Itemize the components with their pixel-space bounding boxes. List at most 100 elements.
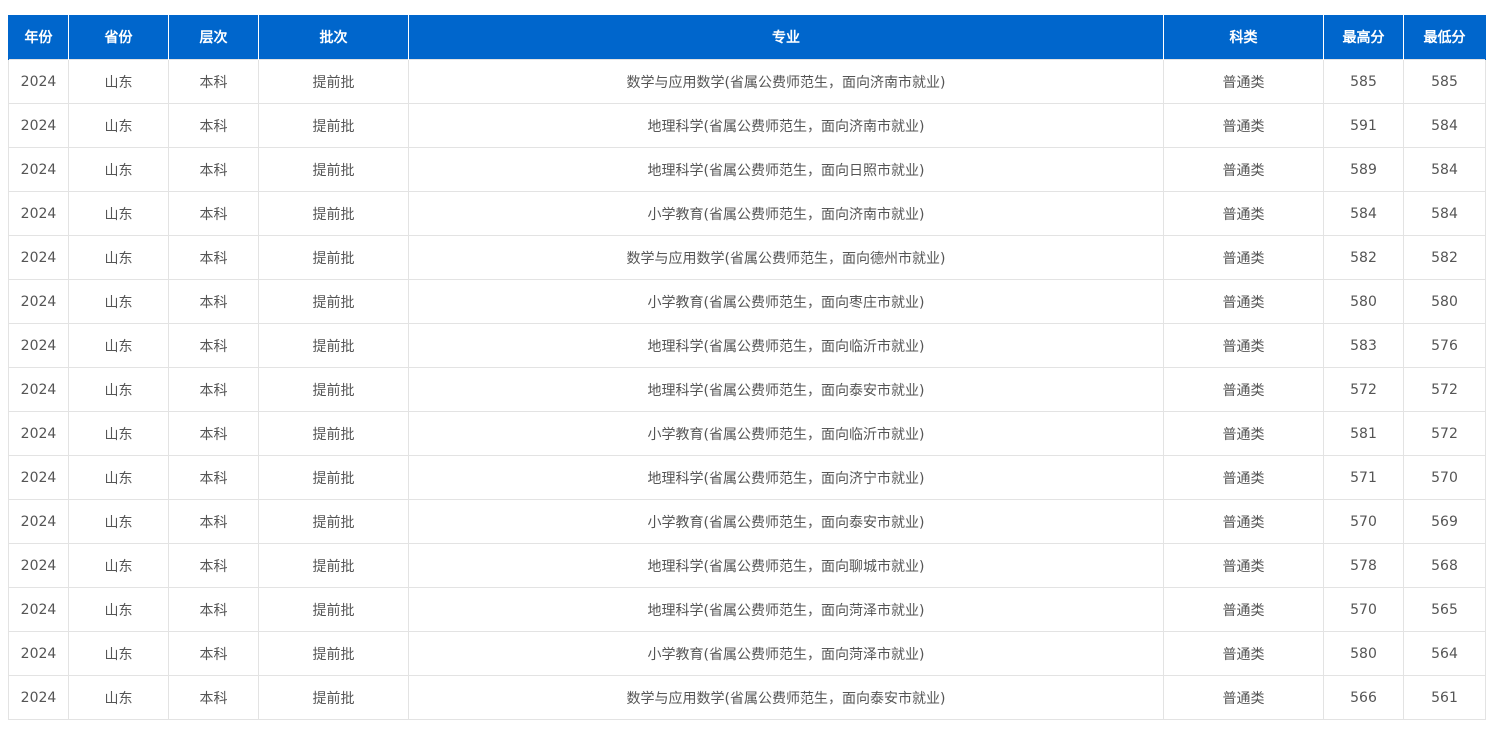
cell-min-score: 584 bbox=[1403, 147, 1486, 192]
cell-max-score: 585 bbox=[1323, 59, 1404, 104]
cell-max-score: 584 bbox=[1323, 191, 1404, 236]
cell-batch: 提前批 bbox=[258, 631, 409, 676]
cell-category: 普通类 bbox=[1163, 191, 1324, 236]
cell-major: 地理科学(省属公费师范生，面向日照市就业) bbox=[408, 147, 1164, 192]
cell-level: 本科 bbox=[168, 323, 259, 368]
cell-max-score: 581 bbox=[1323, 411, 1404, 456]
cell-province: 山东 bbox=[68, 59, 169, 104]
cell-batch: 提前批 bbox=[258, 455, 409, 500]
cell-category: 普通类 bbox=[1163, 59, 1324, 104]
cell-level: 本科 bbox=[168, 543, 259, 588]
cell-major: 小学教育(省属公费师范生，面向枣庄市就业) bbox=[408, 279, 1164, 324]
cell-category: 普通类 bbox=[1163, 675, 1324, 720]
cell-category: 普通类 bbox=[1163, 367, 1324, 412]
table-row: 2024 山东 本科 提前批 小学教育(省属公费师范生，面向枣庄市就业) 普通类 580 58… bbox=[8, 279, 1486, 324]
cell-min-score: 572 bbox=[1403, 411, 1486, 456]
cell-category: 普通类 bbox=[1163, 411, 1324, 456]
cell-batch: 提前批 bbox=[258, 323, 409, 368]
cell-max-score: 580 bbox=[1323, 279, 1404, 324]
header-max-score: 最高分 bbox=[1323, 15, 1404, 60]
cell-batch: 提前批 bbox=[258, 587, 409, 632]
cell-category: 普通类 bbox=[1163, 631, 1324, 676]
cell-category: 普通类 bbox=[1163, 279, 1324, 324]
cell-year: 2024 bbox=[8, 147, 69, 192]
header-min-score: 最低分 bbox=[1403, 15, 1486, 60]
cell-max-score: 580 bbox=[1323, 631, 1404, 676]
cell-max-score: 591 bbox=[1323, 103, 1404, 148]
cell-major: 地理科学(省属公费师范生，面向临沂市就业) bbox=[408, 323, 1164, 368]
cell-province: 山东 bbox=[68, 411, 169, 456]
table-row: 2024 山东 本科 提前批 地理科学(省属公费师范生，面向济南市就业) 普通类 591 58… bbox=[8, 103, 1486, 148]
cell-level: 本科 bbox=[168, 367, 259, 412]
cell-batch: 提前批 bbox=[258, 235, 409, 280]
cell-category: 普通类 bbox=[1163, 103, 1324, 148]
cell-batch: 提前批 bbox=[258, 191, 409, 236]
cell-province: 山东 bbox=[68, 455, 169, 500]
table-row: 2024 山东 本科 提前批 地理科学(省属公费师范生，面向济宁市就业) 普通类 571 57… bbox=[8, 455, 1486, 500]
cell-level: 本科 bbox=[168, 59, 259, 104]
cell-max-score: 570 bbox=[1323, 587, 1404, 632]
cell-max-score: 589 bbox=[1323, 147, 1404, 192]
admission-scores-table: 年份 省份 层次 批次 专业 科类 最高分 最低分 2024 山东 本科 提前批 数学与… bbox=[8, 15, 1486, 720]
cell-level: 本科 bbox=[168, 587, 259, 632]
cell-min-score: 568 bbox=[1403, 543, 1486, 588]
cell-category: 普通类 bbox=[1163, 499, 1324, 544]
cell-major: 地理科学(省属公费师范生，面向聊城市就业) bbox=[408, 543, 1164, 588]
table-row: 2024 山东 本科 提前批 小学教育(省属公费师范生，面向临沂市就业) 普通类 581 57… bbox=[8, 411, 1486, 456]
cell-major: 数学与应用数学(省属公费师范生，面向泰安市就业) bbox=[408, 675, 1164, 720]
cell-batch: 提前批 bbox=[258, 411, 409, 456]
table-row: 2024 山东 本科 提前批 小学教育(省属公费师范生，面向泰安市就业) 普通类 570 56… bbox=[8, 499, 1486, 544]
cell-year: 2024 bbox=[8, 411, 69, 456]
cell-level: 本科 bbox=[168, 631, 259, 676]
cell-level: 本科 bbox=[168, 499, 259, 544]
cell-major: 地理科学(省属公费师范生，面向菏泽市就业) bbox=[408, 587, 1164, 632]
cell-major: 数学与应用数学(省属公费师范生，面向德州市就业) bbox=[408, 235, 1164, 280]
cell-province: 山东 bbox=[68, 631, 169, 676]
header-row: 年份 省份 层次 批次 专业 科类 最高分 最低分 bbox=[8, 15, 1486, 60]
cell-batch: 提前批 bbox=[258, 499, 409, 544]
cell-min-score: 580 bbox=[1403, 279, 1486, 324]
cell-max-score: 572 bbox=[1323, 367, 1404, 412]
cell-min-score: 572 bbox=[1403, 367, 1486, 412]
table-row: 2024 山东 本科 提前批 地理科学(省属公费师范生，面向临沂市就业) 普通类 583 57… bbox=[8, 323, 1486, 368]
cell-level: 本科 bbox=[168, 455, 259, 500]
cell-batch: 提前批 bbox=[258, 675, 409, 720]
header-category: 科类 bbox=[1163, 15, 1324, 60]
cell-max-score: 566 bbox=[1323, 675, 1404, 720]
cell-year: 2024 bbox=[8, 59, 69, 104]
table-header: 年份 省份 层次 批次 专业 科类 最高分 最低分 bbox=[8, 15, 1486, 60]
cell-batch: 提前批 bbox=[258, 367, 409, 412]
table-row: 2024 山东 本科 提前批 数学与应用数学(省属公费师范生，面向泰安市就业) 普通类 56… bbox=[8, 675, 1486, 720]
header-batch: 批次 bbox=[258, 15, 409, 60]
cell-batch: 提前批 bbox=[258, 103, 409, 148]
cell-level: 本科 bbox=[168, 235, 259, 280]
cell-max-score: 578 bbox=[1323, 543, 1404, 588]
cell-batch: 提前批 bbox=[258, 147, 409, 192]
header-major: 专业 bbox=[408, 15, 1164, 60]
cell-min-score: 564 bbox=[1403, 631, 1486, 676]
cell-category: 普通类 bbox=[1163, 323, 1324, 368]
cell-category: 普通类 bbox=[1163, 587, 1324, 632]
cell-province: 山东 bbox=[68, 367, 169, 412]
cell-major: 小学教育(省属公费师范生，面向泰安市就业) bbox=[408, 499, 1164, 544]
cell-province: 山东 bbox=[68, 147, 169, 192]
cell-min-score: 582 bbox=[1403, 235, 1486, 280]
cell-level: 本科 bbox=[168, 279, 259, 324]
table-row: 2024 山东 本科 提前批 小学教育(省属公费师范生，面向菏泽市就业) 普通类 580 56… bbox=[8, 631, 1486, 676]
cell-min-score: 569 bbox=[1403, 499, 1486, 544]
cell-major: 地理科学(省属公费师范生，面向济南市就业) bbox=[408, 103, 1164, 148]
cell-year: 2024 bbox=[8, 367, 69, 412]
header-province: 省份 bbox=[68, 15, 169, 60]
cell-min-score: 565 bbox=[1403, 587, 1486, 632]
cell-province: 山东 bbox=[68, 543, 169, 588]
cell-province: 山东 bbox=[68, 191, 169, 236]
cell-major: 小学教育(省属公费师范生，面向临沂市就业) bbox=[408, 411, 1164, 456]
cell-province: 山东 bbox=[68, 675, 169, 720]
cell-province: 山东 bbox=[68, 279, 169, 324]
cell-year: 2024 bbox=[8, 587, 69, 632]
header-year: 年份 bbox=[8, 15, 69, 60]
cell-level: 本科 bbox=[168, 191, 259, 236]
cell-province: 山东 bbox=[68, 499, 169, 544]
cell-category: 普通类 bbox=[1163, 543, 1324, 588]
cell-level: 本科 bbox=[168, 103, 259, 148]
